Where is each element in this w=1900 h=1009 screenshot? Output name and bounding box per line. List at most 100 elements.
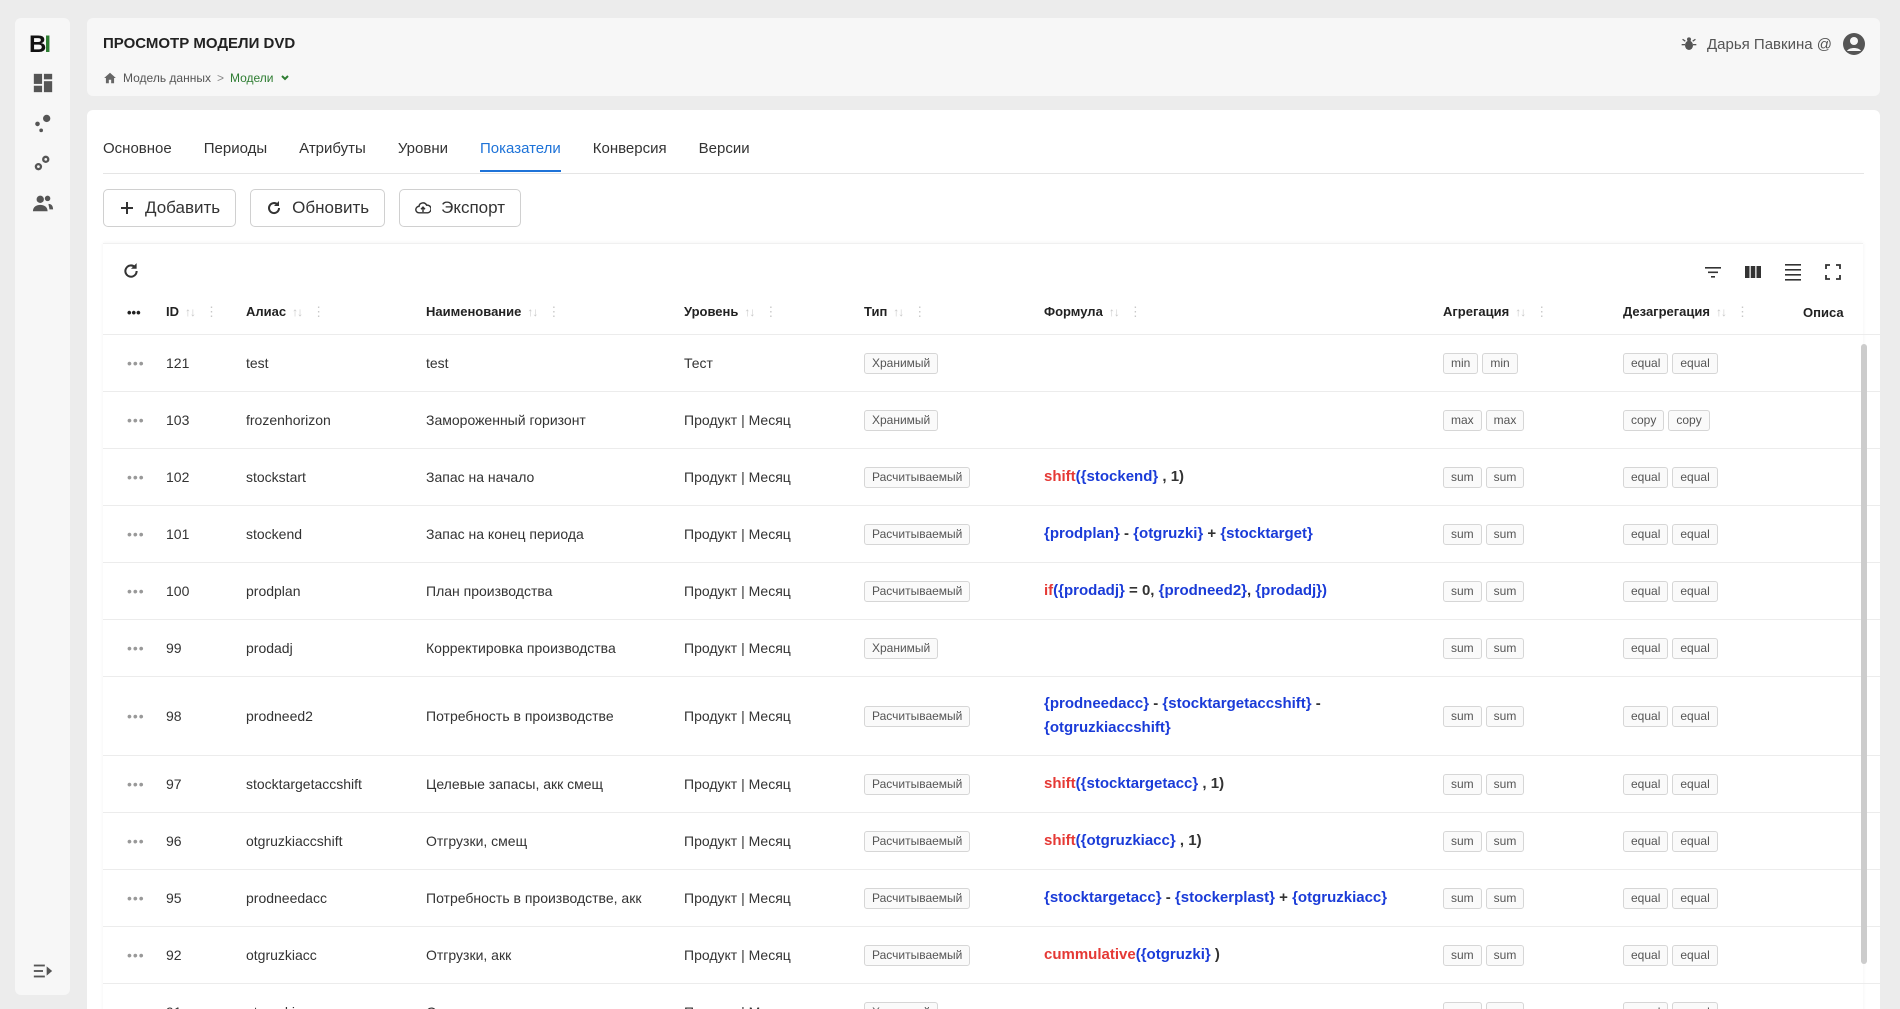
row-actions-icon[interactable]: •••: [103, 562, 166, 620]
row-actions-icon[interactable]: •••: [103, 505, 166, 563]
col-formula-label: Формула: [1044, 304, 1103, 319]
cell-description: [1803, 676, 1880, 756]
table-row[interactable]: ••• 96 otgruzkiaccshift Отгрузки, смещ Проду…: [103, 812, 1880, 870]
sort-icon[interactable]: ↑↓: [1109, 305, 1120, 319]
aggregation-badge: sum: [1485, 773, 1525, 795]
row-actions-icon[interactable]: •••: [103, 755, 166, 813]
sidebar: BI: [15, 18, 70, 995]
export-button[interactable]: Экспорт: [399, 189, 521, 227]
col-level-header[interactable]: Уровень ↑↓ ⋮: [684, 290, 864, 335]
user-menu[interactable]: Дарья Павкина @: [1681, 32, 1866, 56]
column-menu-icon[interactable]: ⋮: [1129, 304, 1142, 319]
table-row[interactable]: ••• 100 prodplan План производства Продукт |…: [103, 562, 1880, 620]
breadcrumb-parent[interactable]: Модель данных: [123, 71, 211, 85]
reload-table-icon[interactable]: [122, 262, 140, 280]
table-row[interactable]: ••• 121 test test Тест Хранимый min min equal equ…: [103, 334, 1880, 392]
row-actions-icon[interactable]: •••: [103, 983, 166, 1009]
add-button[interactable]: Добавить: [103, 189, 237, 227]
cell-disaggregation: equalequal: [1623, 676, 1803, 756]
col-alias-header[interactable]: Алиас ↑↓ ⋮: [246, 290, 426, 335]
table-row[interactable]: ••• 103 frozenhorizon Замороженный горизонт…: [103, 391, 1880, 449]
cell-level: Продукт | Месяц: [684, 755, 864, 813]
row-actions-icon[interactable]: •••: [103, 676, 166, 756]
tab-indicators[interactable]: Показатели: [464, 140, 577, 172]
disaggregation-badge: equal: [1672, 887, 1718, 909]
bug-icon[interactable]: [1681, 36, 1697, 52]
row-actions-icon[interactable]: •••: [103, 391, 166, 449]
export-button-label: Экспорт: [441, 198, 505, 217]
flow-icon[interactable]: [32, 112, 54, 134]
sort-icon[interactable]: ↑↓: [744, 305, 755, 319]
vertical-scrollbar[interactable]: [1861, 344, 1867, 964]
user-name[interactable]: Дарья Павкина @: [1707, 36, 1832, 53]
table-row[interactable]: ••• 98 prodneed2 Потребность в производстве…: [103, 676, 1880, 756]
sort-icon[interactable]: ↑↓: [1716, 305, 1727, 319]
cell-aggregation: sumsum: [1443, 448, 1623, 506]
type-badge: Хранимый: [864, 1001, 939, 1009]
cell-name: Запас на начало: [426, 448, 684, 506]
cell-aggregation: sumsum: [1443, 926, 1623, 984]
table-row[interactable]: ••• 101 stockend Запас на конец периода Прод…: [103, 505, 1880, 563]
refresh-button[interactable]: Обновить: [250, 189, 386, 227]
row-actions-icon[interactable]: •••: [103, 448, 166, 506]
sort-icon[interactable]: ↑↓: [185, 305, 196, 319]
col-description-header[interactable]: Описа: [1803, 290, 1880, 335]
columns-icon[interactable]: [1743, 262, 1763, 282]
tab-attributes[interactable]: Атрибуты: [283, 140, 382, 172]
tab-levels[interactable]: Уровни: [382, 140, 464, 172]
row-actions-icon[interactable]: •••: [103, 334, 166, 392]
tab-versions[interactable]: Версии: [683, 140, 766, 172]
col-alias-label: Алиас: [246, 304, 287, 319]
row-actions-icon[interactable]: •••: [103, 812, 166, 870]
col-name-header[interactable]: Наименование ↑↓ ⋮: [426, 290, 684, 335]
column-menu-icon[interactable]: ⋮: [764, 304, 777, 319]
cell-type: Расчитываемый: [864, 676, 1044, 756]
app-logo[interactable]: BI: [29, 31, 51, 59]
formula-operator: -: [1119, 525, 1134, 542]
col-actions-header[interactable]: •••: [103, 290, 166, 335]
expand-menu-icon[interactable]: [32, 960, 54, 982]
density-icon[interactable]: [1783, 262, 1803, 282]
column-menu-icon[interactable]: ⋮: [312, 304, 325, 319]
formula-reference: {otgruzkiacc}: [1292, 889, 1388, 906]
tab-conversion[interactable]: Конверсия: [577, 140, 683, 172]
users-icon[interactable]: [32, 192, 54, 214]
table-row[interactable]: ••• 92 otgruzkiacc Отгрузки, акк Продукт | М…: [103, 926, 1880, 984]
table-row[interactable]: ••• 99 prodadj Корректировка производства Пр…: [103, 619, 1880, 677]
breadcrumb-current[interactable]: Модели: [230, 71, 274, 85]
column-menu-icon[interactable]: ⋮: [205, 304, 218, 319]
home-icon[interactable]: [103, 71, 117, 85]
cell-id: 99: [166, 619, 246, 677]
row-actions-icon[interactable]: •••: [103, 869, 166, 927]
sort-icon[interactable]: ↑↓: [893, 305, 904, 319]
sort-icon[interactable]: ↑↓: [1515, 305, 1526, 319]
col-type-header[interactable]: Тип ↑↓ ⋮: [864, 290, 1044, 335]
sort-icon[interactable]: ↑↓: [527, 305, 538, 319]
avatar-icon[interactable]: [1842, 32, 1866, 56]
fullscreen-icon[interactable]: [1823, 262, 1843, 282]
col-aggregation-header[interactable]: Агрегация ↑↓ ⋮: [1443, 290, 1623, 335]
column-menu-icon[interactable]: ⋮: [1535, 304, 1548, 319]
col-formula-header[interactable]: Формула ↑↓ ⋮: [1044, 290, 1443, 335]
row-actions-icon[interactable]: •••: [103, 619, 166, 677]
filter-icon[interactable]: [1703, 262, 1723, 282]
formula-reference: {otgruzki}: [1133, 525, 1204, 542]
aggregation-badge: sum: [1485, 830, 1525, 852]
table-row[interactable]: •••91otgruzkiОтгрузкиПродукт | МесяцХран…: [103, 983, 1880, 1009]
aggregation-badge: sum: [1485, 887, 1525, 909]
table-row[interactable]: ••• 95 prodneedacc Потребность в производст…: [103, 869, 1880, 927]
table-row[interactable]: ••• 102 stockstart Запас на начало Продукт |…: [103, 448, 1880, 506]
settings-gears-icon[interactable]: [32, 152, 54, 174]
column-menu-icon[interactable]: ⋮: [913, 304, 926, 319]
table-row[interactable]: ••• 97 stocktargetaccshift Целевые запасы, …: [103, 755, 1880, 813]
dashboard-icon[interactable]: [32, 72, 54, 94]
tab-basic[interactable]: Основное: [103, 140, 188, 172]
chevron-down-icon[interactable]: [280, 73, 290, 83]
column-menu-icon[interactable]: ⋮: [1736, 304, 1749, 319]
col-disaggregation-header[interactable]: Дезагрегация ↑↓ ⋮: [1623, 290, 1803, 335]
tab-periods[interactable]: Периоды: [188, 140, 283, 172]
sort-icon[interactable]: ↑↓: [292, 305, 303, 319]
row-actions-icon[interactable]: •••: [103, 926, 166, 984]
col-id-header[interactable]: ID ↑↓ ⋮: [166, 290, 246, 335]
column-menu-icon[interactable]: ⋮: [547, 304, 560, 319]
